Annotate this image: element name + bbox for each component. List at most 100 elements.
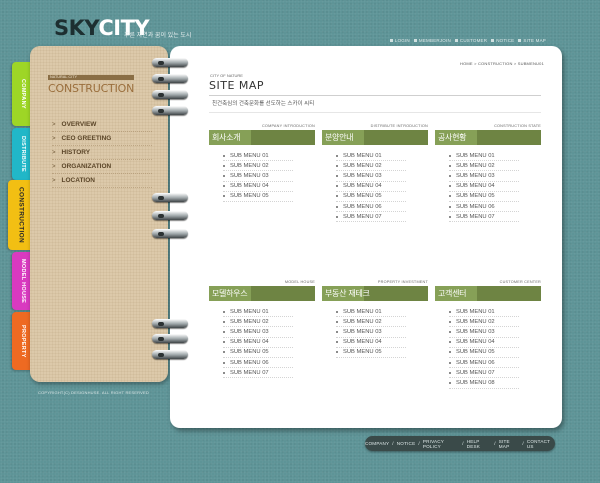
list-item[interactable]: SUB MENU 01 bbox=[449, 151, 519, 162]
list-item[interactable]: SUB MENU 01 bbox=[336, 151, 406, 162]
footer-link-helpdesk[interactable]: HELP DESK bbox=[467, 439, 492, 449]
list-item[interactable]: SUB MENU 04 bbox=[223, 182, 293, 192]
list-item-label: SUB MENU 03 bbox=[456, 328, 495, 335]
bullet-icon bbox=[223, 310, 225, 313]
list-item[interactable]: SUB MENU 01 bbox=[223, 307, 293, 318]
list-item-label: SUB MENU 07 bbox=[230, 369, 269, 376]
cover-nav-overview[interactable]: > OVERVIEW bbox=[52, 118, 152, 132]
top-nav-memberjoin[interactable]: MEMBERJOIN bbox=[414, 38, 451, 43]
list-item-label: SUB MENU 02 bbox=[230, 318, 269, 325]
list-item-label: SUB MENU 04 bbox=[456, 183, 495, 190]
list-item-label: SUB MENU 02 bbox=[343, 162, 382, 169]
footer-link-privacy[interactable]: PRIVACY POLICY bbox=[423, 439, 459, 449]
list-item[interactable]: SUB MENU 03 bbox=[336, 171, 406, 182]
bullet-icon bbox=[449, 310, 451, 313]
list-item[interactable]: SUB MENU 06 bbox=[336, 202, 406, 213]
list-item[interactable]: SUB MENU 05 bbox=[336, 348, 406, 358]
tab-property-label: PROPERTY bbox=[20, 324, 26, 358]
section-distribute: DISTRIBUTE INTRODUCTION 분양안내 SUB MENU 01… bbox=[322, 124, 428, 223]
list-item[interactable]: SUB MENU 07 bbox=[449, 368, 519, 379]
list-item[interactable]: SUB MENU 02 bbox=[336, 317, 406, 328]
list-item[interactable]: SUB MENU 04 bbox=[336, 182, 406, 192]
list-item-label: SUB MENU 05 bbox=[343, 193, 382, 200]
section-header[interactable]: 모델하우스 bbox=[209, 286, 315, 301]
section-list: SUB MENU 01 SUB MENU 02 SUB MENU 03 SUB … bbox=[223, 307, 293, 379]
list-item[interactable]: SUB MENU 04 bbox=[449, 182, 519, 192]
footer-link-notice[interactable]: NOTICE bbox=[397, 441, 416, 446]
list-item-label: SUB MENU 01 bbox=[230, 308, 269, 315]
list-item[interactable]: SUB MENU 02 bbox=[449, 317, 519, 328]
section-en-label: DISTRIBUTE INTRODUCTION bbox=[370, 124, 428, 128]
bullet-icon bbox=[449, 361, 451, 364]
footer-link-contact[interactable]: CONTACT US bbox=[527, 439, 555, 449]
list-item-label: SUB MENU 06 bbox=[456, 203, 495, 210]
list-item[interactable]: SUB MENU 03 bbox=[223, 171, 293, 182]
list-item[interactable]: SUB MENU 05 bbox=[449, 348, 519, 358]
footer-separator: / bbox=[494, 441, 496, 446]
list-item[interactable]: SUB MENU 03 bbox=[449, 171, 519, 182]
section-header[interactable]: 공사현황 bbox=[435, 130, 541, 145]
list-item[interactable]: SUB MENU 02 bbox=[223, 317, 293, 328]
top-nav-sitemap[interactable]: SITE MAP bbox=[518, 38, 546, 43]
bullet-icon bbox=[223, 371, 225, 374]
section-header[interactable]: 부동산 재테크 bbox=[322, 286, 428, 301]
list-item[interactable]: SUB MENU 06 bbox=[223, 358, 293, 369]
list-item[interactable]: SUB MENU 04 bbox=[449, 338, 519, 348]
footer-separator: / bbox=[462, 441, 464, 446]
list-item[interactable]: SUB MENU 02 bbox=[336, 161, 406, 172]
top-nav-customer[interactable]: CUSTOMER bbox=[455, 38, 487, 43]
list-item[interactable]: SUB MENU 06 bbox=[449, 202, 519, 213]
footer-separator: / bbox=[418, 441, 420, 446]
cover-nav-label: ORGANIZATION bbox=[61, 163, 112, 170]
cover-nav-location[interactable]: > LOCATION bbox=[52, 174, 152, 188]
section-header[interactable]: 회사소개 bbox=[209, 130, 315, 145]
list-item[interactable]: SUB MENU 05 bbox=[449, 192, 519, 202]
list-item[interactable]: SUB MENU 05 bbox=[223, 192, 293, 202]
list-item[interactable]: SUB MENU 03 bbox=[449, 327, 519, 338]
list-item[interactable]: SUB MENU 04 bbox=[223, 338, 293, 348]
list-item[interactable]: SUB MENU 01 bbox=[223, 151, 293, 162]
binder-ring-icon bbox=[152, 58, 188, 67]
section-header[interactable]: 고객센터 bbox=[435, 286, 541, 301]
cover-title: CONSTRUCTION bbox=[48, 82, 135, 95]
bullet-icon bbox=[223, 341, 225, 344]
top-nav-login[interactable]: LOGIN bbox=[390, 38, 410, 43]
bullet-icon bbox=[449, 205, 451, 208]
cover-nav-ceo-greeting[interactable]: > CEO GREETING bbox=[52, 132, 152, 146]
footer-link-company[interactable]: COMPANY bbox=[365, 441, 389, 446]
list-item[interactable]: SUB MENU 02 bbox=[223, 161, 293, 172]
list-item-label: SUB MENU 06 bbox=[343, 203, 382, 210]
footer-link-sitemap[interactable]: SITE MAP bbox=[499, 439, 520, 449]
list-item[interactable]: SUB MENU 05 bbox=[336, 192, 406, 202]
list-item[interactable]: SUB MENU 02 bbox=[449, 161, 519, 172]
cover-nav-organization[interactable]: > ORGANIZATION bbox=[52, 160, 152, 174]
bullet-icon bbox=[336, 174, 338, 177]
list-item[interactable]: SUB MENU 08 bbox=[449, 378, 519, 389]
list-item[interactable]: SUB MENU 04 bbox=[336, 338, 406, 348]
cover-nav-label: LOCATION bbox=[61, 177, 95, 184]
top-nav-notice[interactable]: NOTICE bbox=[491, 38, 514, 43]
list-item-label: SUB MENU 02 bbox=[343, 318, 382, 325]
list-item[interactable]: SUB MENU 03 bbox=[223, 327, 293, 338]
list-item-label: SUB MENU 02 bbox=[456, 162, 495, 169]
cover-nav-history[interactable]: > HISTORY bbox=[52, 146, 152, 160]
list-item[interactable]: SUB MENU 01 bbox=[449, 307, 519, 318]
cover-nav: > OVERVIEW > CEO GREETING > HISTORY > ORGANI… bbox=[52, 118, 152, 188]
list-item[interactable]: SUB MENU 01 bbox=[336, 307, 406, 318]
list-item-label: SUB MENU 03 bbox=[230, 172, 269, 179]
section-header[interactable]: 분양안내 bbox=[322, 130, 428, 145]
bullet-icon bbox=[336, 205, 338, 208]
list-item-label: SUB MENU 04 bbox=[456, 339, 495, 346]
tab-construction-label: CONSTRUCTION bbox=[17, 187, 25, 243]
list-item[interactable]: SUB MENU 05 bbox=[223, 348, 293, 358]
list-item[interactable]: SUB MENU 03 bbox=[336, 327, 406, 338]
list-item[interactable]: SUB MENU 07 bbox=[336, 212, 406, 223]
list-item[interactable]: SUB MENU 07 bbox=[223, 368, 293, 379]
section-customer-center: CUSTOMER CENTER 고객센터 SUB MENU 01 SUB MEN… bbox=[435, 280, 541, 389]
bullet-icon bbox=[336, 164, 338, 167]
list-item-label: SUB MENU 01 bbox=[230, 152, 269, 159]
page-subtitle: 친건축심의 건축문화를 선도하는 스카이 씨티 bbox=[212, 101, 315, 107]
arrow-icon: > bbox=[52, 149, 56, 156]
list-item[interactable]: SUB MENU 06 bbox=[449, 358, 519, 369]
list-item[interactable]: SUB MENU 07 bbox=[449, 212, 519, 223]
